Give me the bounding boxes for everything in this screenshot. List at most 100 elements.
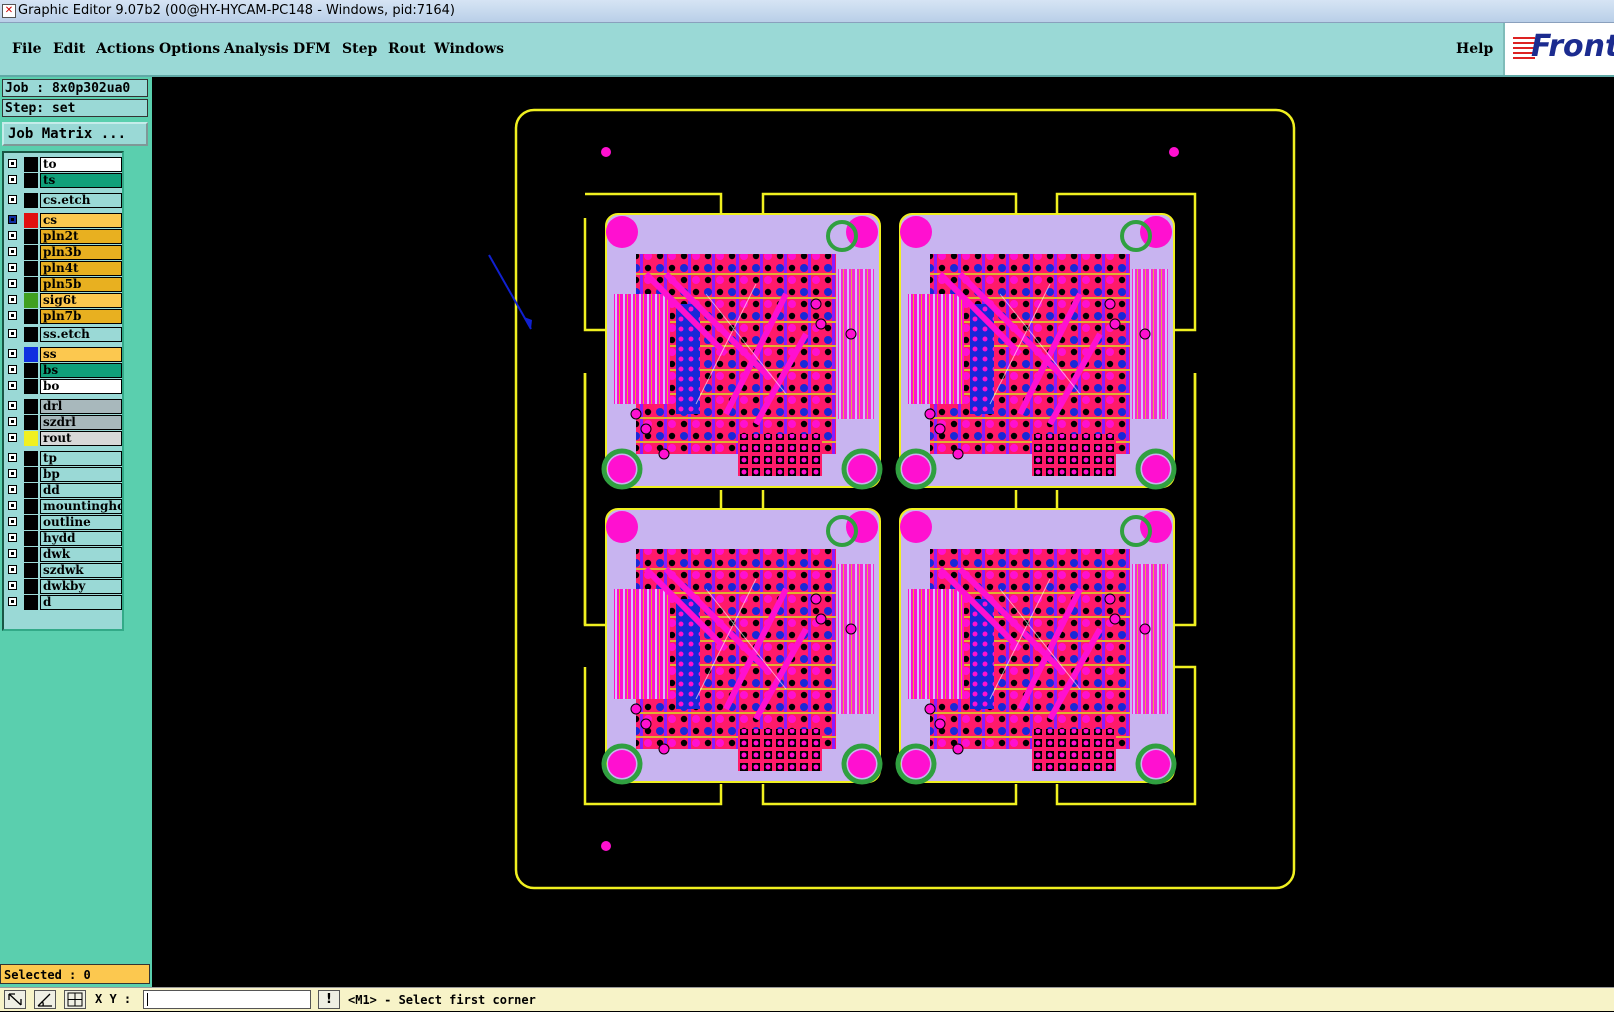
layer-row-bp[interactable]: bp [8,467,122,482]
layer-row-dwkby[interactable]: dwkby [8,579,122,594]
layer-checkbox[interactable] [8,469,17,478]
layer-row-pln4t[interactable]: pln4t [8,261,122,276]
alert-button[interactable]: ! [318,990,340,1009]
layer-color-swatch[interactable] [24,547,38,562]
layer-name[interactable]: to [40,157,122,172]
menu-edit[interactable]: Edit [53,41,85,57]
job-matrix-button[interactable]: Job Matrix ... [2,122,148,146]
layer-name[interactable]: tp [40,451,122,466]
layer-row-cs[interactable]: cs [8,213,122,228]
layer-color-swatch[interactable] [24,499,38,514]
menu-options[interactable]: Options [159,41,220,57]
layer-checkbox[interactable] [8,401,17,410]
menu-help[interactable]: Help [1456,41,1493,57]
layer-name[interactable]: pln5b [40,277,122,292]
layer-color-swatch[interactable] [24,531,38,546]
layer-color-swatch[interactable] [24,483,38,498]
layer-checkbox[interactable] [8,581,17,590]
layer-row-to[interactable]: to [8,157,122,172]
layer-row-szdrl[interactable]: szdrl [8,415,122,430]
layer-name[interactable]: rout [40,431,122,446]
layer-name[interactable]: hydd [40,531,122,546]
layer-checkbox[interactable] [8,195,17,204]
layer-row-ss[interactable]: ss [8,347,122,362]
snap-mode-button[interactable] [4,990,26,1009]
layer-checkbox[interactable] [8,247,17,256]
layer-row-hydd[interactable]: hydd [8,531,122,546]
layer-checkbox[interactable] [8,175,17,184]
layer-name[interactable]: ss.etch [40,327,122,342]
graphics-canvas[interactable] [152,77,1614,985]
layer-checkbox[interactable] [8,329,17,338]
layer-color-swatch[interactable] [24,467,38,482]
layer-color-swatch[interactable] [24,563,38,578]
layer-color-swatch[interactable] [24,309,38,324]
menu-dfm[interactable]: DFM [293,41,331,57]
layer-color-swatch[interactable] [24,277,38,292]
layer-row-ss-etch[interactable]: ss.etch [8,327,122,342]
layer-color-swatch[interactable] [24,347,38,362]
layer-color-swatch[interactable] [24,293,38,308]
layer-row-outline[interactable]: outline [8,515,122,530]
layer-name[interactable]: bp [40,467,122,482]
layer-checkbox[interactable] [8,517,17,526]
measure-mode-button[interactable] [34,990,56,1009]
panel-view[interactable] [152,77,1614,985]
layer-row-pln7b[interactable]: pln7b [8,309,122,324]
layer-checkbox[interactable] [8,349,17,358]
layer-checkbox[interactable] [8,381,17,390]
layer-color-swatch[interactable] [24,261,38,276]
layer-checkbox[interactable] [8,597,17,606]
layer-name[interactable]: ss [40,347,122,362]
layer-name[interactable]: dd [40,483,122,498]
menu-rout[interactable]: Rout [388,41,426,57]
layer-color-swatch[interactable] [24,157,38,172]
layer-name[interactable]: sig6t [40,293,122,308]
layer-color-swatch[interactable] [24,363,38,378]
layer-checkbox[interactable] [8,417,17,426]
layer-name[interactable]: dwkby [40,579,122,594]
layer-row-bs[interactable]: bs [8,363,122,378]
layer-checkbox[interactable] [8,295,17,304]
layer-name[interactable]: cs [40,213,122,228]
layer-checkbox[interactable] [8,311,17,320]
layer-row-pln2t[interactable]: pln2t [8,229,122,244]
layer-name[interactable]: mountinghole [40,499,122,514]
layer-color-swatch[interactable] [24,579,38,594]
layer-checkbox[interactable] [8,533,17,542]
layer-color-swatch[interactable] [24,451,38,466]
layer-row-bo[interactable]: bo [8,379,122,394]
layer-name[interactable]: pln3b [40,245,122,260]
layer-checkbox[interactable] [8,263,17,272]
menu-actions[interactable]: Actions [96,41,155,57]
layer-color-swatch[interactable] [24,415,38,430]
layer-name[interactable]: dwk [40,547,122,562]
layer-name[interactable]: pln4t [40,261,122,276]
layer-checkbox[interactable] [8,279,17,288]
layer-row-drl[interactable]: drl [8,399,122,414]
layer-row-cs-etch[interactable]: cs.etch [8,193,122,208]
layer-name[interactable]: bs [40,363,122,378]
layer-checkbox[interactable] [8,501,17,510]
layer-row-ts[interactable]: ts [8,173,122,188]
layer-color-swatch[interactable] [24,245,38,260]
layer-checkbox[interactable] [8,453,17,462]
layer-color-swatch[interactable] [24,213,38,228]
layer-color-swatch[interactable] [24,515,38,530]
layer-row-tp[interactable]: tp [8,451,122,466]
layer-checkbox[interactable] [8,365,17,374]
layer-name[interactable]: pln2t [40,229,122,244]
layer-name[interactable]: drl [40,399,122,414]
layer-checkbox[interactable] [8,433,17,442]
menu-analysis[interactable]: Analysis [224,41,289,57]
layer-name[interactable]: szdwk [40,563,122,578]
grid-snap-button[interactable] [64,990,86,1009]
layer-name[interactable]: cs.etch [40,193,122,208]
layer-row-rout[interactable]: rout [8,431,122,446]
layer-color-swatch[interactable] [24,399,38,414]
layer-checkbox[interactable] [8,231,17,240]
layer-checkbox[interactable] [8,549,17,558]
layer-checkbox[interactable] [8,565,17,574]
layer-name[interactable]: d [40,595,122,610]
layer-color-swatch[interactable] [24,595,38,610]
